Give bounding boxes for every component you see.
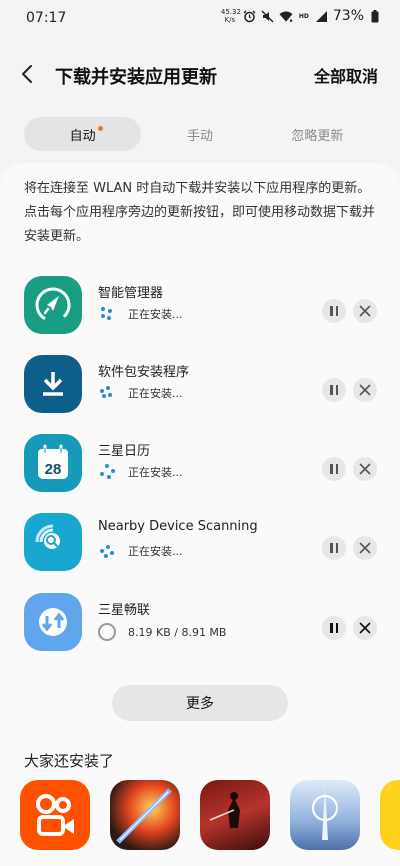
loading-spinner-icon xyxy=(100,543,116,559)
game-sword-icon[interactable] xyxy=(110,780,180,850)
page-title: 下载并安装应用更新 xyxy=(55,67,217,88)
rocket-icon xyxy=(24,276,82,334)
cancel-update-button[interactable] xyxy=(353,299,377,323)
app-name: Nearby Device Scanning xyxy=(98,519,258,534)
mute-icon xyxy=(261,9,275,23)
install-status: 正在安装... xyxy=(100,385,183,401)
pause-button[interactable] xyxy=(322,378,346,402)
also-installed-title: 大家还安装了 xyxy=(24,752,115,770)
back-button[interactable] xyxy=(14,60,40,88)
progress-ring-icon xyxy=(98,623,116,641)
loading-spinner-icon xyxy=(100,385,116,401)
net-speed: 45.32 K/s xyxy=(220,8,241,24)
pause-button[interactable] xyxy=(322,616,346,640)
chevron-left-icon xyxy=(22,65,32,83)
app-name: 智能管理器 xyxy=(98,286,164,301)
install-status: 正在安装... xyxy=(100,306,183,322)
pause-icon xyxy=(330,543,338,553)
pause-icon xyxy=(330,623,338,633)
app-bar: 下载并安装应用更新 全部取消 xyxy=(0,50,400,100)
install-status: 正在安装... xyxy=(100,543,183,559)
pause-icon xyxy=(330,464,338,474)
tab-ignored[interactable]: 忽略更新 xyxy=(259,117,376,151)
tab-auto[interactable]: 自动 xyxy=(24,117,142,151)
cancel-all-button[interactable]: 全部取消 xyxy=(314,63,378,87)
close-icon xyxy=(359,384,371,396)
new-badge-dot xyxy=(98,126,104,131)
tab-manual[interactable]: 手动 xyxy=(141,117,258,151)
radar-search-icon xyxy=(24,513,82,571)
battery-icon xyxy=(368,9,382,23)
alarm-icon xyxy=(243,9,257,23)
download-icon xyxy=(24,355,82,413)
app-update-row: 软件包安装程序 正在安装... xyxy=(0,351,400,421)
install-status: 正在安装... xyxy=(100,464,183,480)
app-name: 三星畅联 xyxy=(98,603,151,618)
share-arrows-icon xyxy=(24,593,82,651)
pause-icon xyxy=(330,306,338,316)
cancel-update-button[interactable] xyxy=(353,536,377,560)
status-icons: 45.32 K/s HD 73% xyxy=(221,8,382,24)
app-name: 软件包安装程序 xyxy=(98,365,190,380)
cancel-update-button[interactable] xyxy=(353,378,377,402)
more-button[interactable]: 更多 xyxy=(112,685,288,721)
network-type: HD xyxy=(298,12,309,20)
app-update-row: 28 三星日历 正在安装... xyxy=(0,430,400,500)
close-icon xyxy=(359,542,371,554)
pause-button[interactable] xyxy=(322,536,346,560)
pause-icon xyxy=(330,385,338,395)
app-update-row: 智能管理器 正在安装... xyxy=(0,272,400,342)
download-progress: 8.19 KB / 8.91 MB xyxy=(98,623,226,641)
cancel-update-button[interactable] xyxy=(353,457,377,481)
game-warrior-icon[interactable] xyxy=(200,780,270,850)
close-icon xyxy=(359,305,371,317)
app-update-row: 三星畅联 8.19 KB / 8.91 MB xyxy=(0,589,400,659)
pause-button[interactable] xyxy=(322,457,346,481)
yellow-app-icon[interactable] xyxy=(380,780,400,850)
status-time: 07:17 xyxy=(26,10,67,26)
pause-button[interactable] xyxy=(322,299,346,323)
app-update-row: Nearby Device Scanning 正在安装... xyxy=(0,509,400,579)
description-text: 将在连接至 WLAN 时自动下载并安装以下应用程序的更新。点击每个应用程序旁边的… xyxy=(24,181,376,244)
close-icon xyxy=(359,463,371,475)
cancel-update-button[interactable] xyxy=(353,616,377,640)
calendar-icon: 28 xyxy=(24,434,82,492)
close-icon xyxy=(359,622,371,634)
loading-spinner-icon xyxy=(100,464,116,480)
battery-percent: 73% xyxy=(332,8,364,24)
loading-spinner-icon xyxy=(100,306,116,322)
wifi-icon xyxy=(279,9,293,23)
game-fantasy-icon[interactable] xyxy=(290,780,360,850)
calendar-day: 28 xyxy=(45,461,62,478)
status-bar: 07:17 45.32 K/s HD 73% xyxy=(0,0,400,36)
update-mode-tabs: 自动 手动 忽略更新 xyxy=(24,117,376,153)
signal-icon xyxy=(315,9,329,23)
kuaishou-logo-icon[interactable] xyxy=(20,780,90,850)
app-name: 三星日历 xyxy=(98,444,151,459)
recommended-apps xyxy=(20,780,400,852)
